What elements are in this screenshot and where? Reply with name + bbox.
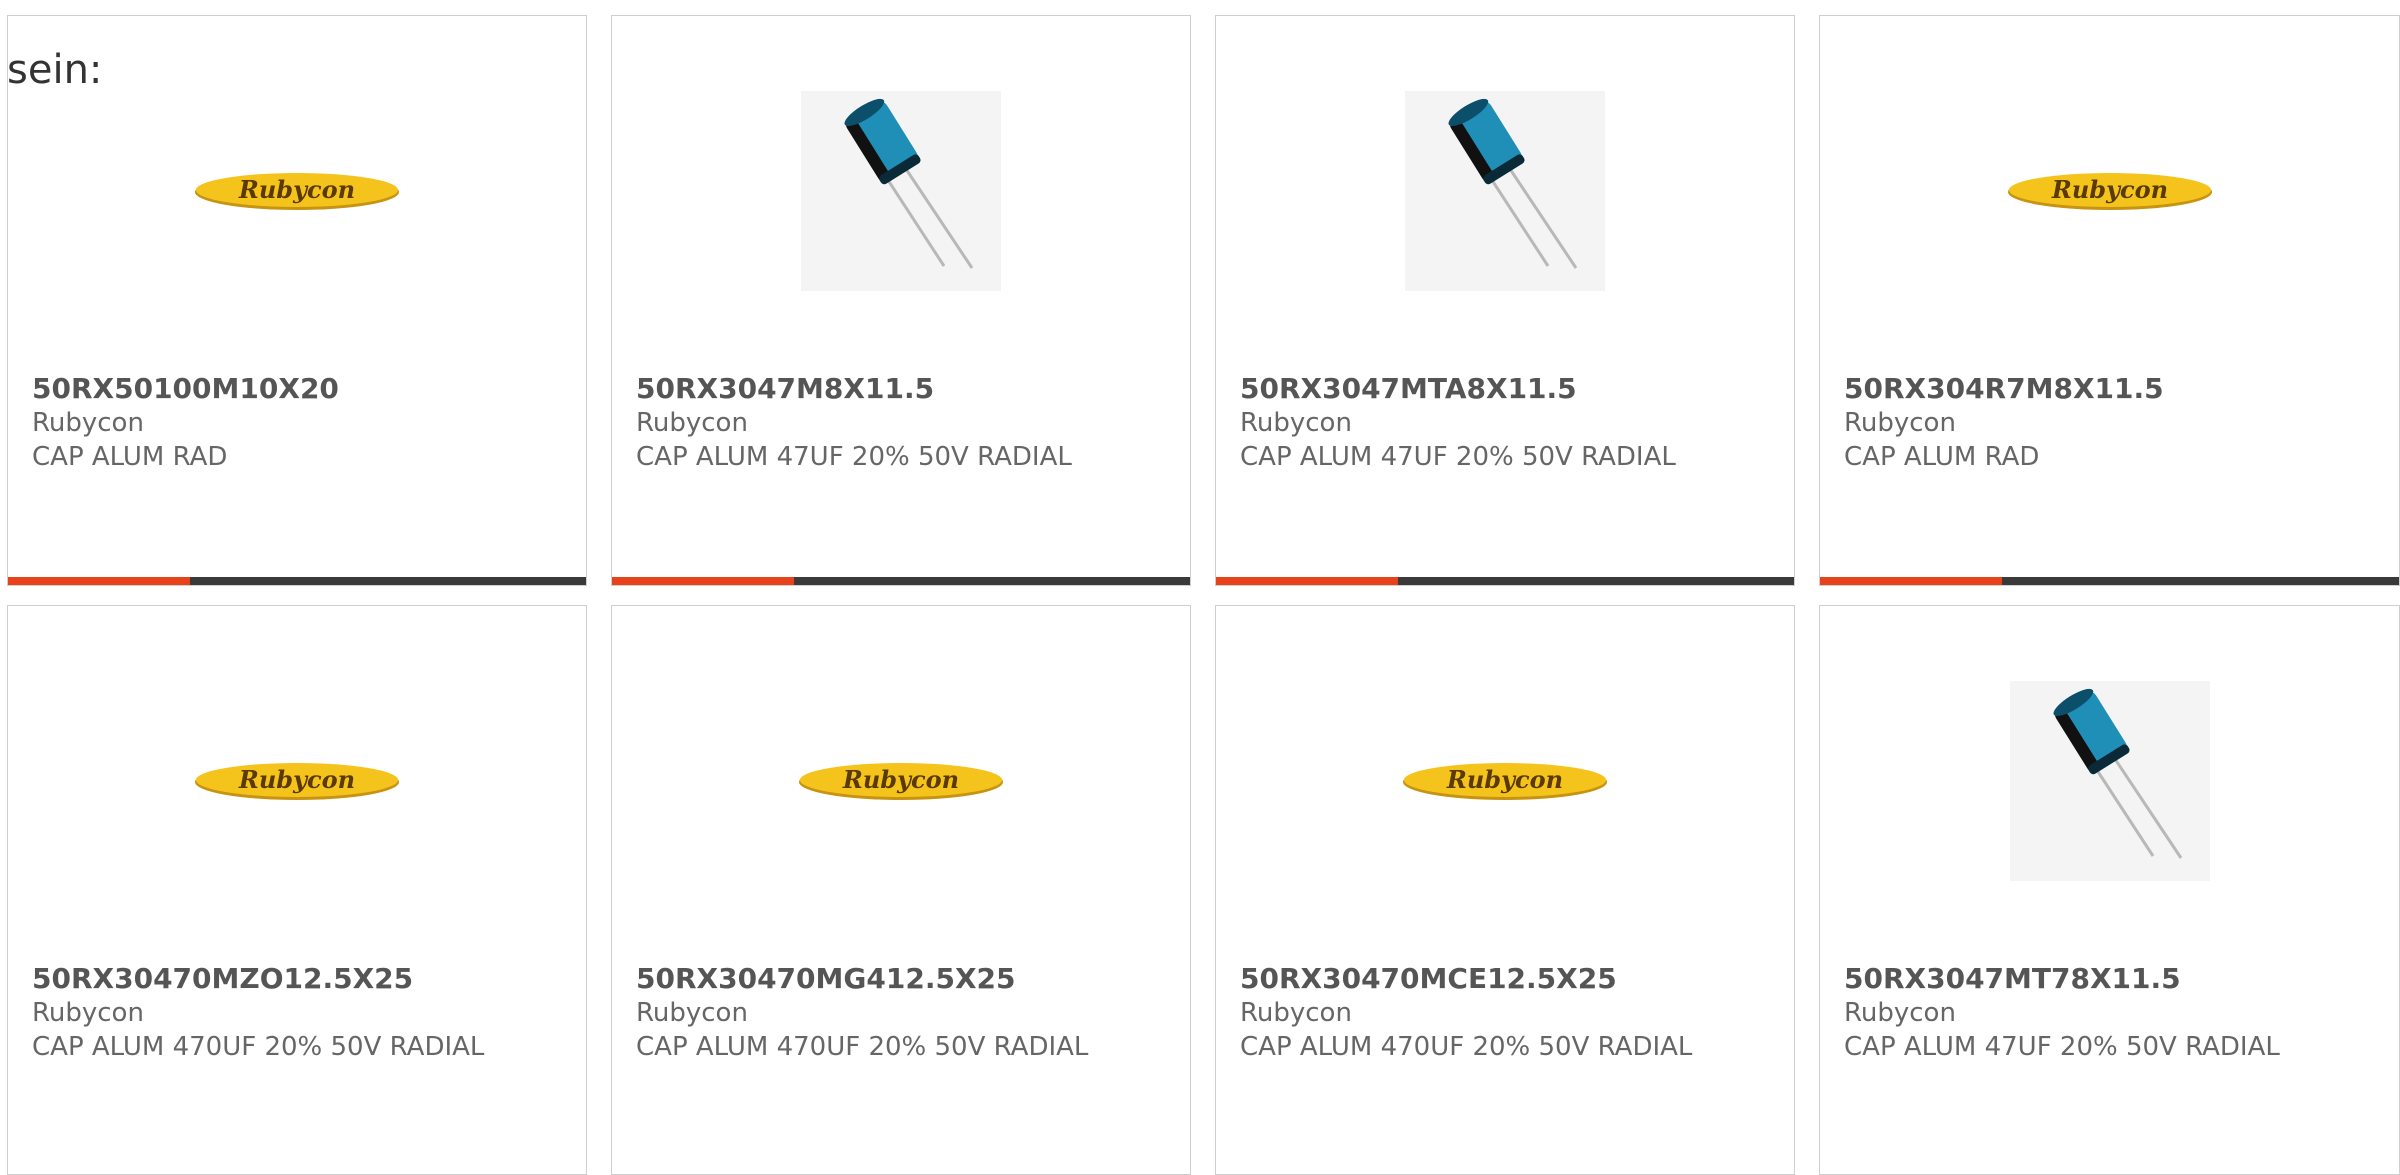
card-bar <box>1216 577 1794 585</box>
part-number[interactable]: 50RX3047M8X11.5 <box>636 372 1170 406</box>
product-card[interactable]: Rubycon 50RX30470MG412.5X25 Rubycon CAP … <box>611 605 1191 1175</box>
product-image: Rubycon <box>1216 676 1794 886</box>
capacitor-icon <box>2053 688 2182 859</box>
capacitor-icon <box>1448 98 1578 269</box>
svg-text:Rubycon: Rubycon <box>1446 765 1563 794</box>
svg-text:Rubycon: Rubycon <box>238 765 355 794</box>
manufacturer: Rubycon <box>636 998 748 1028</box>
rubycon-logo-icon: Rubycon <box>1403 763 1607 800</box>
product-card[interactable]: Rubycon 50RX30470MCE12.5X25 Rubycon CAP … <box>1215 605 1795 1175</box>
part-number[interactable]: 50RX30470MCE12.5X25 <box>1240 962 1774 996</box>
svg-text:Rubycon: Rubycon <box>238 175 355 204</box>
manufacturer: Rubycon <box>636 408 748 438</box>
part-number[interactable]: 50RX304R7M8X11.5 <box>1844 372 2379 406</box>
rubycon-logo-icon: Rubycon <box>799 763 1003 800</box>
product-card[interactable]: 50RX3047M8X11.5 Rubycon CAP ALUM 47UF 20… <box>611 15 1191 586</box>
part-number[interactable]: 50RX30470MZO12.5X25 <box>32 962 566 996</box>
intro-text: sein: <box>7 47 103 93</box>
capacitor-icon <box>844 98 974 269</box>
manufacturer: Rubycon <box>1240 408 1352 438</box>
part-number[interactable]: 50RX3047MT78X11.5 <box>1844 962 2379 996</box>
product-image <box>1216 86 1794 296</box>
manufacturer: Rubycon <box>32 408 144 438</box>
product-image <box>1820 676 2399 886</box>
svg-text:Rubycon: Rubycon <box>842 765 959 794</box>
svg-text:Rubycon: Rubycon <box>2050 175 2167 204</box>
card-bar <box>1820 577 2399 585</box>
manufacturer: Rubycon <box>32 998 144 1028</box>
part-number[interactable]: 50RX3047MTA8X11.5 <box>1240 372 1774 406</box>
description: CAP ALUM 470UF 20% 50V RADIAL <box>1240 1032 1693 1062</box>
manufacturer: Rubycon <box>1844 408 1956 438</box>
product-image: Rubycon <box>1820 86 2399 296</box>
product-card[interactable]: Rubycon 50RX50100M10X20 Rubycon CAP ALUM… <box>7 15 587 586</box>
description: CAP ALUM RAD <box>32 442 228 472</box>
rubycon-logo-icon: Rubycon <box>195 763 399 800</box>
product-image: Rubycon <box>8 86 586 296</box>
card-bar <box>8 577 586 585</box>
description: CAP ALUM 47UF 20% 50V RADIAL <box>1844 1032 2280 1062</box>
product-image: Rubycon <box>612 676 1190 886</box>
description: CAP ALUM RAD <box>1844 442 2040 472</box>
description: CAP ALUM 47UF 20% 50V RADIAL <box>1240 442 1676 472</box>
product-card[interactable]: 50RX3047MT78X11.5 Rubycon CAP ALUM 47UF … <box>1819 605 2400 1175</box>
rubycon-logo-icon: Rubycon <box>195 173 399 210</box>
part-number[interactable]: 50RX50100M10X20 <box>32 372 566 406</box>
description: CAP ALUM 470UF 20% 50V RADIAL <box>32 1032 485 1062</box>
manufacturer: Rubycon <box>1240 998 1352 1028</box>
manufacturer: Rubycon <box>1844 998 1956 1028</box>
rubycon-logo-icon: Rubycon <box>2007 173 2212 210</box>
card-bar <box>612 577 1190 585</box>
product-card[interactable]: Rubycon 50RX30470MZO12.5X25 Rubycon CAP … <box>7 605 587 1175</box>
product-image <box>612 86 1190 296</box>
product-card[interactable]: Rubycon 50RX304R7M8X11.5 Rubycon CAP ALU… <box>1819 15 2400 586</box>
part-number[interactable]: 50RX30470MG412.5X25 <box>636 962 1170 996</box>
product-card[interactable]: 50RX3047MTA8X11.5 Rubycon CAP ALUM 47UF … <box>1215 15 1795 586</box>
description: CAP ALUM 470UF 20% 50V RADIAL <box>636 1032 1089 1062</box>
description: CAP ALUM 47UF 20% 50V RADIAL <box>636 442 1072 472</box>
product-image: Rubycon <box>8 676 586 886</box>
